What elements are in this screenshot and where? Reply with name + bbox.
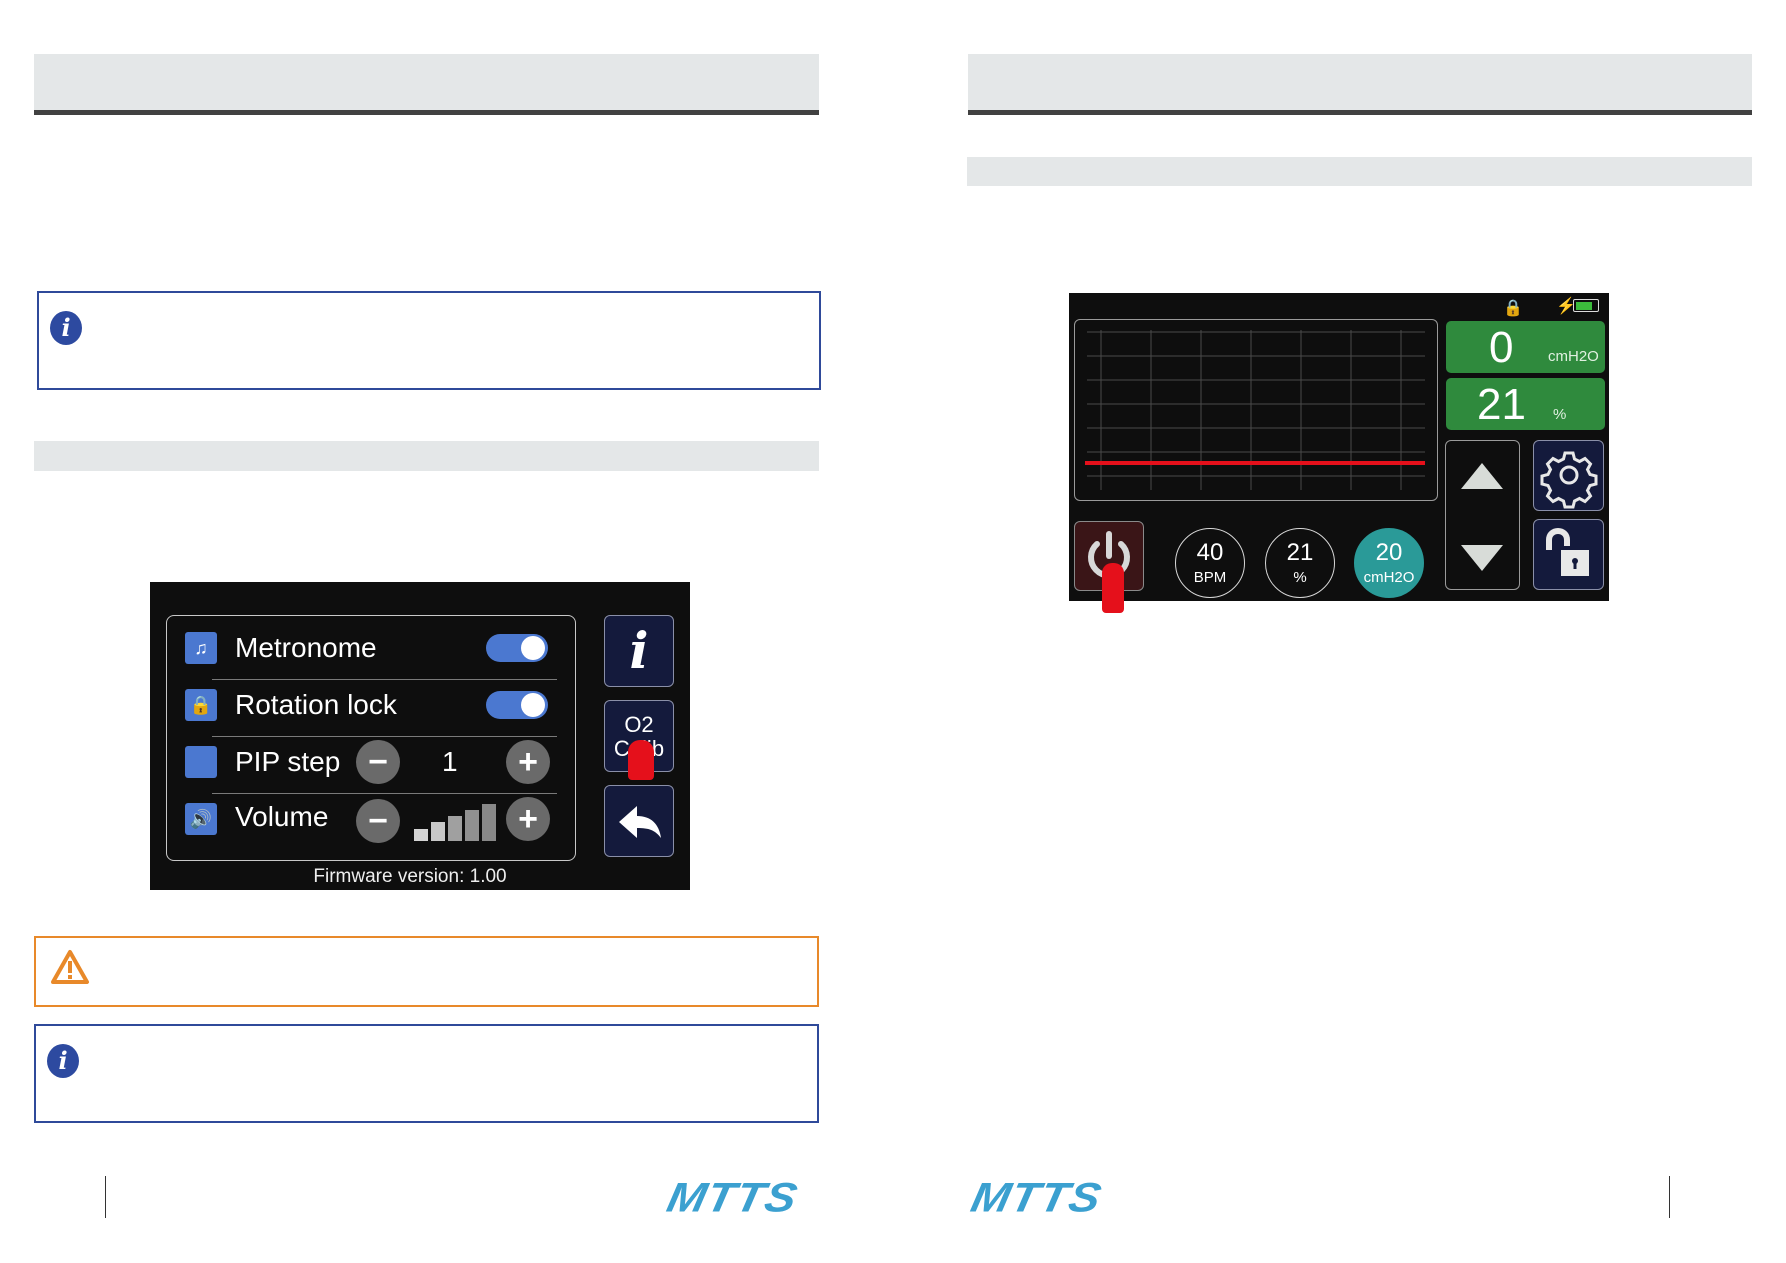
pip-step-label: PIP step <box>235 746 341 777</box>
pressure-waveform-graph <box>1074 319 1438 501</box>
left-info-note-box-2: i <box>34 1024 819 1123</box>
bpm-value: 40 <box>1196 539 1224 566</box>
info-icon: i <box>50 311 82 345</box>
unlock-icon <box>1545 528 1589 576</box>
metronome-toggle[interactable] <box>486 634 548 662</box>
rotation-lock-label: Rotation lock <box>235 689 397 720</box>
rotation-lock-icon: 🔒 <box>185 689 217 721</box>
pip-unit: cmH2O <box>1363 569 1415 586</box>
info-button[interactable]: i <box>604 615 674 687</box>
volume-bar <box>448 816 462 841</box>
pressure-unit: cmH2O <box>1548 348 1599 365</box>
adjust-arrows-panel <box>1445 440 1520 590</box>
mtts-logo-left: MTTS <box>663 1173 803 1221</box>
pip-step-value: 1 <box>442 746 458 777</box>
settings-row-volume: 🔊 Volume − + <box>167 791 575 847</box>
pip-value: 20 <box>1375 539 1403 566</box>
settings-button[interactable] <box>1533 440 1604 511</box>
bpm-setting[interactable]: 40 BPM <box>1175 528 1245 598</box>
volume-label: Volume <box>235 801 329 832</box>
pointing-hand-icon <box>628 740 654 780</box>
volume-level-bars[interactable] <box>414 804 498 841</box>
up-arrow-icon[interactable] <box>1459 461 1505 491</box>
o2-calib-line1: O2 <box>624 712 654 737</box>
battery-icon <box>1573 299 1599 312</box>
main-screen: 🔒 ⚡ 0 cmH2O 21 % 40 BPM 21 % 20 cmH2O <box>1069 293 1609 613</box>
volume-bar <box>465 810 479 841</box>
gear-icon <box>1540 451 1597 509</box>
metronome-icon: ♫ <box>185 632 217 664</box>
pip-step-plus-button[interactable]: + <box>506 740 550 784</box>
left-section-band <box>34 441 819 471</box>
pressure-readout: 0 cmH2O <box>1446 321 1605 373</box>
firmware-version: Firmware version: 1.00 <box>313 866 507 887</box>
right-header-band <box>968 54 1752 110</box>
right-header-rule <box>968 110 1752 115</box>
metronome-label: Metronome <box>235 632 377 663</box>
back-arrow-icon <box>619 806 661 838</box>
pressure-value: 0 <box>1489 323 1514 372</box>
settings-panel: ♫ Metronome 🔒 Rotation lock PIP step − 1… <box>166 615 576 861</box>
pointing-hand-icon <box>1102 563 1124 613</box>
settings-screen: ♫ Metronome 🔒 Rotation lock PIP step − 1… <box>150 582 690 890</box>
left-header-band <box>34 54 819 110</box>
settings-row-pip-step: PIP step − 1 + <box>167 734 575 790</box>
oxygen-value: 21 <box>1477 380 1526 429</box>
volume-bar <box>482 804 496 841</box>
mtts-logo-right: MTTS <box>967 1173 1107 1221</box>
pip-step-icon <box>185 746 217 778</box>
oxygen-unit: % <box>1553 406 1567 423</box>
settings-row-metronome: ♫ Metronome <box>167 620 575 676</box>
volume-plus-button[interactable]: + <box>506 797 550 841</box>
warning-icon <box>51 950 89 984</box>
waveform-grid <box>1085 330 1425 490</box>
pip-step-minus-button[interactable]: − <box>356 740 400 784</box>
unlock-button[interactable] <box>1533 519 1604 590</box>
rotation-lock-toggle[interactable] <box>486 691 548 719</box>
speaker-icon: 🔊 <box>185 803 217 835</box>
footer-divider-left <box>105 1176 106 1218</box>
oxygen-readout: 21 % <box>1446 378 1605 430</box>
volume-minus-button[interactable]: − <box>356 799 400 843</box>
right-section-band <box>967 157 1752 186</box>
footer-divider-right <box>1669 1176 1670 1218</box>
fio2-unit: % <box>1293 569 1307 586</box>
volume-bar <box>431 822 445 841</box>
rotation-lock-status-icon: 🔒 <box>1503 300 1523 317</box>
bpm-unit: BPM <box>1193 569 1227 586</box>
settings-row-rotation-lock: 🔒 Rotation lock <box>167 677 575 733</box>
down-arrow-icon[interactable] <box>1459 543 1505 573</box>
fio2-setting[interactable]: 21 % <box>1265 528 1335 598</box>
left-header-rule <box>34 110 819 115</box>
warning-box <box>34 936 819 1007</box>
left-info-note-box: i <box>37 291 821 390</box>
fio2-value: 21 <box>1286 539 1314 566</box>
volume-bar <box>414 829 428 841</box>
pip-setting[interactable]: 20 cmH2O <box>1354 528 1424 598</box>
back-button[interactable] <box>604 785 674 857</box>
info-icon: i <box>47 1044 79 1078</box>
